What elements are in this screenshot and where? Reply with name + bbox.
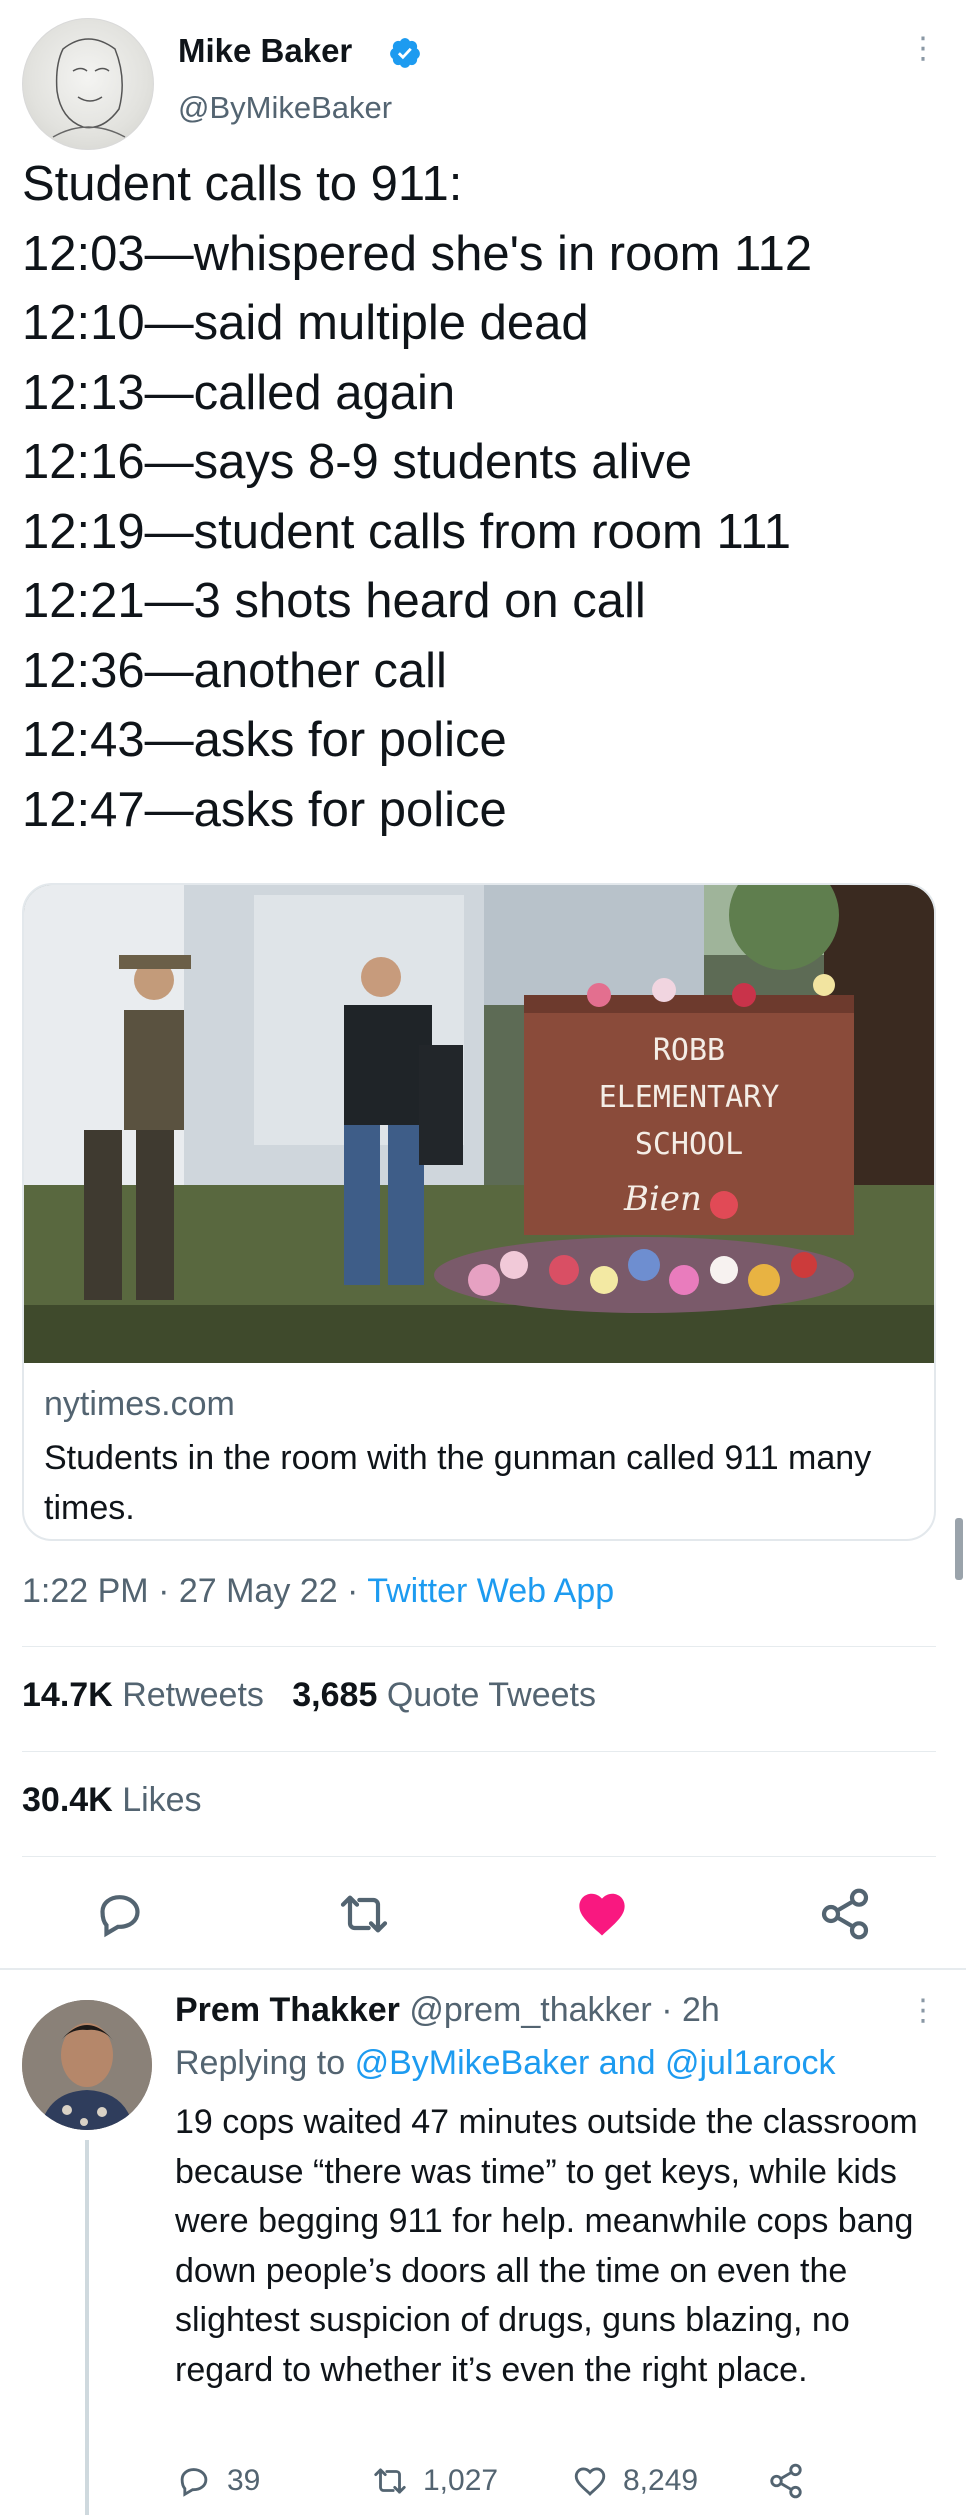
sign-text: ROBB — [653, 1033, 725, 1068]
thread-line — [85, 2140, 89, 2515]
retweets-stat[interactable]: 14.7K Retweets — [22, 1676, 264, 1714]
like-icon-filled[interactable] — [574, 1886, 630, 1942]
tweet-line: Student calls to 911: — [22, 157, 463, 211]
likes-label: Likes — [122, 1781, 202, 1819]
sketch-portrait-icon — [52, 38, 126, 138]
card-domain: nytimes.com — [44, 1385, 235, 1423]
more-options-icon[interactable]: ⋮ — [908, 34, 938, 64]
separator: · — [651, 1991, 682, 2029]
like-icon — [574, 2467, 606, 2496]
share-icon[interactable] — [817, 1886, 873, 1942]
tweet-line: 12:47—asks for police — [22, 782, 507, 837]
separator: · — [337, 1572, 368, 1610]
reply-avatar[interactable] — [22, 2000, 152, 2130]
reply-reply-button[interactable]: 39 — [175, 2462, 260, 2500]
reply-text: 19 cops waited 47 minutes outside the cl… — [175, 2103, 918, 2389]
like-count: 8,249 — [623, 2464, 699, 2497]
separator: · — [148, 1572, 179, 1610]
tweet-line: 12:10—said multiple dead — [22, 296, 589, 350]
author-handle[interactable]: @ByMikeBaker — [178, 90, 392, 126]
reply-icon — [180, 2468, 208, 2497]
author-name[interactable]: Mike Baker — [178, 32, 352, 70]
tweet-line: 12:03—whispered she's in room 112 — [22, 226, 813, 281]
retweet-icon — [374, 2468, 406, 2494]
retweets-label: Retweets — [122, 1676, 264, 1714]
sign-text: Bien — [623, 1179, 702, 1219]
tweet-line: 12:19—student calls from room 111 — [22, 504, 791, 559]
tweet-text: Student calls to 911: 12:03—whispered sh… — [22, 150, 812, 845]
more-options-icon[interactable]: ⋮ — [908, 1996, 938, 2026]
reply-retweet-button[interactable]: 1,027 — [371, 2462, 498, 2500]
tweet-time[interactable]: 1:22 PM — [22, 1572, 149, 1610]
likes-count: 30.4K — [22, 1781, 113, 1819]
tweet-line: 12:13—called again — [22, 365, 456, 420]
reply-time[interactable]: 2h — [682, 1991, 720, 2029]
reply-share-button[interactable] — [767, 2462, 819, 2500]
reply-author-name[interactable]: Prem Thakker — [175, 1991, 400, 2029]
person-photo-icon — [22, 2000, 152, 2130]
sign-text: ELEMENTARY — [599, 1080, 780, 1115]
tweet-date[interactable]: 27 May 22 — [179, 1572, 338, 1610]
replying-to-prefix: Replying to — [175, 2044, 346, 2082]
reply-author-handle[interactable]: @prem_thakker — [409, 1991, 651, 2029]
divider — [22, 1856, 936, 1857]
share-icon — [770, 2463, 802, 2499]
quotes-label: Quote Tweets — [386, 1676, 596, 1714]
tweet-line: 12:36—another call — [22, 643, 447, 698]
quotes-count: 3,685 — [292, 1676, 378, 1714]
reply-icon[interactable] — [92, 1886, 148, 1942]
retweet-icon[interactable] — [336, 1886, 392, 1942]
likes-stat[interactable]: 30.4K Likes — [22, 1781, 202, 1820]
reply-header: Prem Thakker @prem_thakker · 2h — [175, 1991, 720, 2030]
tweet-line: 12:16—says 8-9 students alive — [22, 435, 693, 489]
scrollbar-thumb[interactable] — [955, 1518, 963, 1580]
replying-to: Replying to @ByMikeBaker and @jul1arock — [175, 2044, 836, 2083]
tweet-source[interactable]: Twitter Web App — [367, 1572, 614, 1610]
section-divider — [0, 1968, 966, 1970]
author-avatar[interactable] — [22, 18, 154, 150]
quotes-stat[interactable]: 3,685 Quote Tweets — [292, 1676, 596, 1714]
verified-badge-icon — [390, 38, 420, 68]
link-preview-card[interactable]: ROBB ELEMENTARY SCHOOL Bien nytimes.com … — [22, 883, 936, 1541]
reply-count: 39 — [227, 2464, 261, 2497]
divider — [22, 1646, 936, 1647]
card-photo: ROBB ELEMENTARY SCHOOL Bien — [24, 885, 934, 1363]
reply-like-button[interactable]: 8,249 — [571, 2462, 698, 2500]
tweet-line: 12:21—3 shots heard on call — [22, 574, 646, 628]
retweet-count: 1,027 — [423, 2464, 499, 2497]
tweet-line: 12:43—asks for police — [22, 713, 507, 767]
retweets-count: 14.7K — [22, 1676, 113, 1714]
sign-text: SCHOOL — [635, 1127, 743, 1162]
divider — [22, 1751, 936, 1752]
replying-to-users[interactable]: @ByMikeBaker and @jul1arock — [355, 2044, 836, 2082]
engagement-stats: 14.7K Retweets 3,685 Quote Tweets — [22, 1676, 596, 1715]
tweet-meta: 1:22 PM · 27 May 22 · Twitter Web App — [22, 1572, 614, 1611]
card-title: Students in the room with the gunman cal… — [44, 1439, 872, 1527]
